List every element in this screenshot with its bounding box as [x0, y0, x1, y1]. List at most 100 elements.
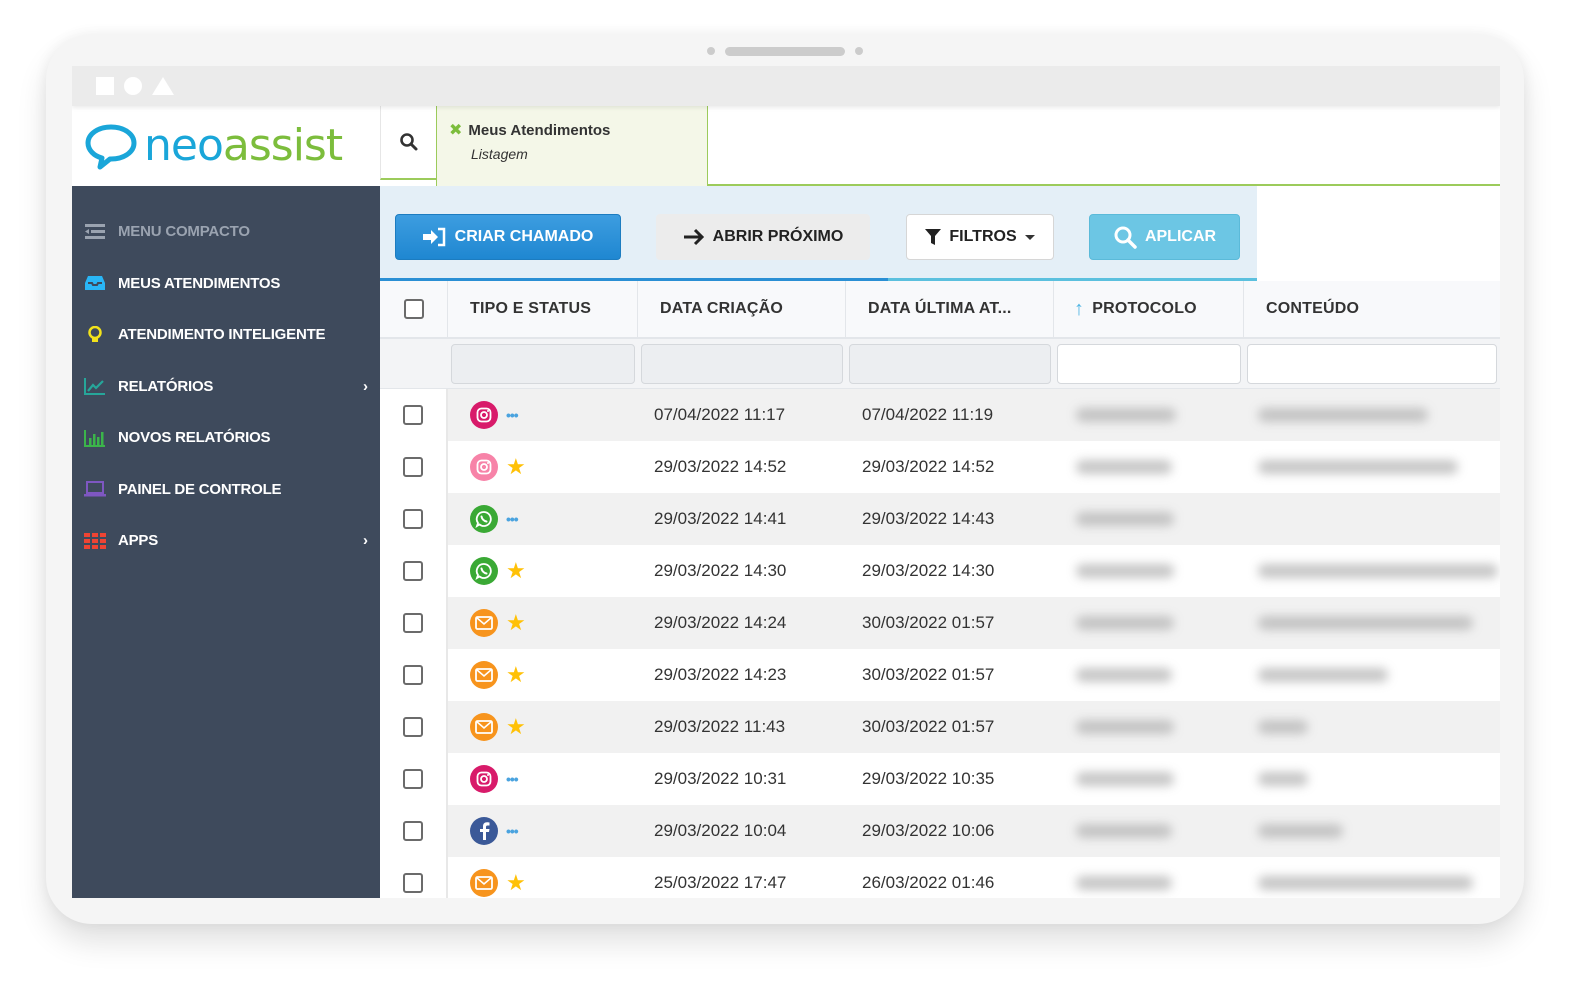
instagram-icon	[470, 765, 498, 793]
type-status-cell: ★	[448, 545, 638, 597]
row-checkbox[interactable]	[403, 457, 423, 477]
column-header-created[interactable]: DATA CRIAÇÃO	[638, 281, 846, 337]
facebook-icon	[470, 817, 498, 845]
sidebar-item-novos-relatorios[interactable]: NOVOS RELATÓRIOS	[72, 412, 380, 464]
table-row[interactable]: ★ 29/03/2022 14:30 29/03/2022 14:30	[380, 545, 1500, 597]
redacted-text	[1076, 616, 1174, 630]
create-ticket-button[interactable]: CRIAR CHAMADO	[395, 214, 621, 260]
filters-label: FILTROS	[949, 228, 1017, 245]
protocol-cell-redacted	[1054, 441, 1244, 493]
redacted-text	[1258, 824, 1343, 838]
instagram-icon	[470, 453, 498, 481]
filter-cell	[638, 343, 846, 384]
filters-dropdown-button[interactable]: FILTROS	[906, 214, 1054, 260]
filter-last-update-input[interactable]	[849, 343, 1051, 384]
row-checkbox[interactable]	[403, 821, 423, 841]
column-header-type-status[interactable]: TIPO E STATUS	[448, 281, 638, 337]
sidebar-item-label: MEUS ATENDIMENTOS	[118, 274, 281, 292]
redacted-text	[1258, 460, 1458, 474]
redacted-text	[1076, 460, 1172, 474]
table-header: TIPO E STATUS DATA CRIAÇÃO DATA ÚLTIMA A…	[380, 281, 1500, 339]
type-status-cell: ★	[448, 441, 638, 493]
sidebar-item-relatorios[interactable]: RELATÓRIOS ›	[72, 361, 380, 413]
row-checkbox[interactable]	[403, 665, 423, 685]
table-row[interactable]: ••• 29/03/2022 10:31 29/03/2022 10:35	[380, 753, 1500, 805]
row-checkbox[interactable]	[403, 509, 423, 529]
row-checkbox[interactable]	[403, 717, 423, 737]
table-row[interactable]: ★ 29/03/2022 14:24 30/03/2022 01:57	[380, 597, 1500, 649]
email-icon	[470, 869, 498, 897]
row-checkbox[interactable]	[403, 613, 423, 633]
type-status-cell: •••	[448, 805, 638, 857]
created-date-cell: 25/03/2022 17:47	[654, 873, 787, 892]
search-icon	[399, 133, 417, 151]
search-button[interactable]	[380, 106, 436, 180]
search-icon	[1114, 226, 1137, 249]
row-checkbox[interactable]	[403, 405, 423, 425]
row-checkbox[interactable]	[403, 769, 423, 789]
column-header-content[interactable]: CONTEÚDO	[1244, 281, 1500, 337]
select-all-checkbox[interactable]	[403, 299, 424, 319]
neoassist-logo[interactable]: neoassist	[72, 106, 380, 186]
sort-ascending-icon: ↑	[1074, 297, 1085, 320]
whatsapp-icon	[470, 557, 498, 585]
close-icon[interactable]: ✖	[449, 120, 462, 140]
type-status-cell: •••	[448, 753, 638, 805]
protocol-cell-redacted	[1054, 493, 1244, 545]
row-checkbox[interactable]	[403, 561, 423, 581]
app-screen: neoassist ✖ Meus Atendimentos Listagem M…	[72, 66, 1500, 898]
protocol-cell-redacted	[1054, 597, 1244, 649]
redacted-text	[1076, 408, 1176, 422]
sidebar-item-meus-atendimentos[interactable]: MEUS ATENDIMENTOS	[72, 258, 380, 310]
apply-button[interactable]: APLICAR	[1089, 214, 1240, 260]
filter-type-status-input[interactable]	[451, 343, 635, 384]
last-update-cell: 30/03/2022 01:57	[862, 717, 995, 736]
redacted-text	[1076, 772, 1174, 786]
row-select-cell	[380, 701, 448, 753]
table-row[interactable]: ★ 29/03/2022 14:52 29/03/2022 14:52	[380, 441, 1500, 493]
redacted-text	[1076, 564, 1174, 578]
filter-cell	[1054, 343, 1244, 384]
email-icon	[470, 713, 498, 741]
redacted-text	[1076, 824, 1172, 838]
filter-cell	[1244, 343, 1500, 384]
protocol-cell-redacted	[1054, 753, 1244, 805]
star-icon: ★	[506, 714, 526, 739]
row-select-cell	[380, 389, 448, 441]
open-next-button[interactable]: ABRIR PRÓXIMO	[656, 214, 870, 260]
column-header-last-update[interactable]: DATA ÚLTIMA AT...	[846, 281, 1054, 337]
table-row[interactable]: ★ 29/03/2022 14:23 30/03/2022 01:57	[380, 649, 1500, 701]
table-row[interactable]: ★ 25/03/2022 17:47 26/03/2022 01:46	[380, 857, 1500, 898]
filter-protocol-input[interactable]	[1057, 343, 1241, 384]
filter-created-input[interactable]	[641, 343, 843, 384]
filter-content-input[interactable]	[1247, 343, 1497, 384]
sidebar-item-menu-compacto[interactable]: MENU COMPACTO	[72, 206, 380, 258]
email-icon	[470, 609, 498, 637]
tab-meus-atendimentos[interactable]: ✖ Meus Atendimentos Listagem	[436, 106, 708, 186]
circle-shape-icon	[124, 77, 142, 95]
created-date-cell: 29/03/2022 14:23	[654, 665, 787, 684]
sidebar-item-apps[interactable]: APPS ›	[72, 515, 380, 567]
row-checkbox[interactable]	[403, 873, 423, 893]
created-date-cell: 29/03/2022 14:24	[654, 613, 787, 632]
row-select-cell	[380, 753, 448, 805]
table-row[interactable]: ••• 29/03/2022 14:41 29/03/2022 14:43	[380, 493, 1500, 545]
table-row[interactable]: ••• 07/04/2022 11:17 07/04/2022 11:19	[380, 389, 1500, 441]
row-select-cell	[380, 493, 448, 545]
sidebar-item-atendimento-inteligente[interactable]: ATENDIMENTO INTELIGENTE	[72, 309, 380, 361]
type-status-cell: ★	[448, 649, 638, 701]
sidebar-item-painel-de-controle[interactable]: PAINEL DE CONTROLE	[72, 464, 380, 516]
created-date-cell: 29/03/2022 14:41	[654, 509, 787, 528]
top-bar: neoassist ✖ Meus Atendimentos Listagem	[72, 106, 1500, 186]
column-header-protocol[interactable]: ↑ PROTOCOLO	[1054, 281, 1244, 337]
apps-grid-icon	[84, 532, 106, 550]
device-top-indicators	[46, 46, 1524, 56]
tab-bar-empty-space	[708, 106, 1500, 186]
table-row[interactable]: ★ 29/03/2022 11:43 30/03/2022 01:57	[380, 701, 1500, 753]
tickets-table: TIPO E STATUS DATA CRIAÇÃO DATA ÚLTIMA A…	[380, 281, 1500, 898]
redacted-text	[1076, 720, 1174, 734]
create-ticket-label: CRIAR CHAMADO	[454, 228, 594, 245]
more-dots-icon: •••	[506, 771, 519, 787]
table-row[interactable]: ••• 29/03/2022 10:04 29/03/2022 10:06	[380, 805, 1500, 857]
logo-text-neo: neo	[144, 120, 224, 171]
